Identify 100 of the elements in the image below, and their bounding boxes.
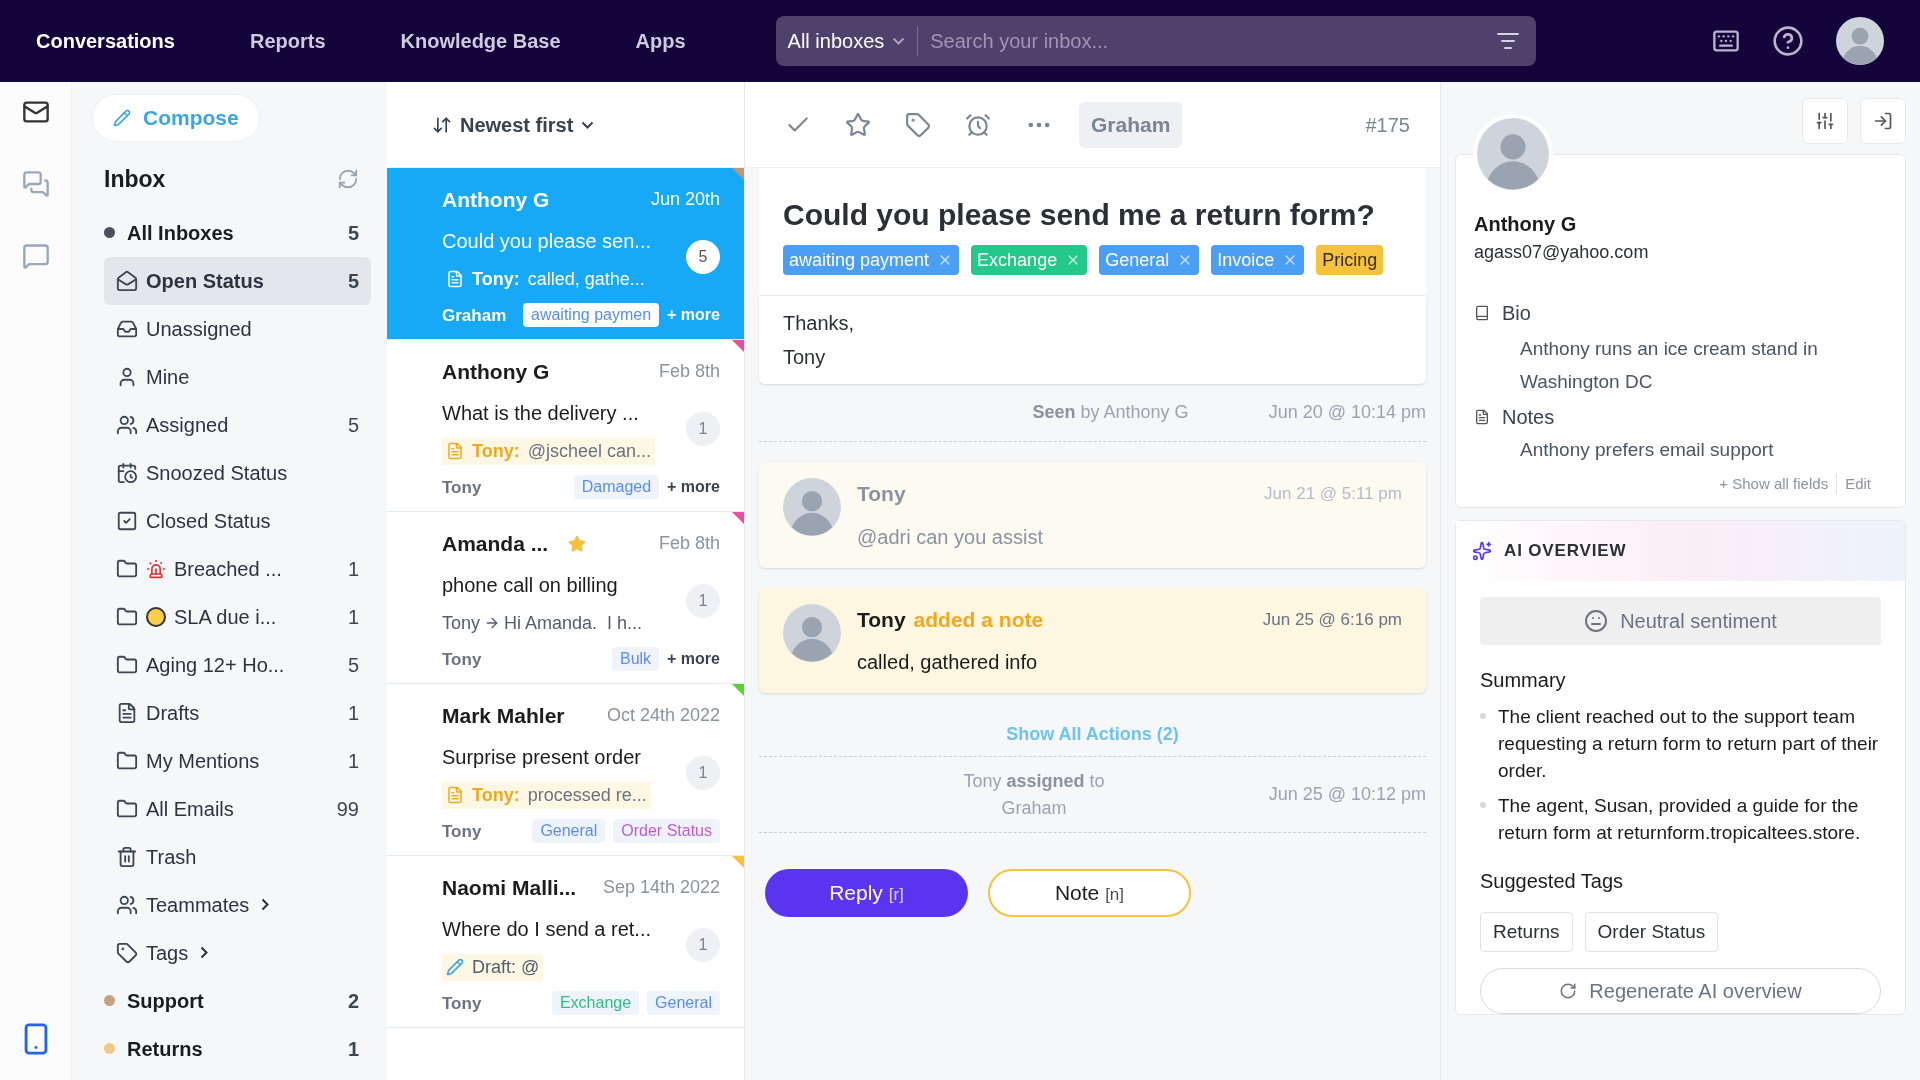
conversation-date: Feb 8th (658, 360, 720, 384)
field-label: Bio (1502, 301, 1531, 326)
note-button[interactable]: Note [n] (988, 869, 1191, 917)
sign-in-icon[interactable] (1860, 98, 1906, 144)
sidebar-item[interactable]: Trash (104, 832, 371, 881)
assignee-name: Tony (442, 820, 482, 843)
sender-name: Anthony G (442, 187, 550, 213)
refresh-icon[interactable] (337, 168, 359, 191)
ai-overview-title: AI OVERVIEW (1504, 540, 1627, 563)
sidebar-item-label: Returns (127, 1036, 203, 1062)
inbox-scope-dropdown[interactable]: All inboxes (775, 26, 919, 56)
folder-icon (116, 605, 138, 628)
conversation-item[interactable]: Anthony G Jun 20th Could you please sen... Tony: called, gathe... 5 Graham awaiting paymen + more (387, 168, 744, 340)
conversation-item[interactable]: Amanda ... Feb 8th phone call on billing Tony Hi Amanda. I h... 1 Tony Bulk + more (387, 512, 744, 684)
sidebar-item-label: All Inboxes (127, 220, 234, 246)
reply-button[interactable]: Reply [r] (765, 869, 968, 917)
sidebar-item[interactable]: Unassigned (104, 304, 371, 353)
note-preview: Tony: @jscheel can... (442, 437, 655, 465)
field-label: Notes (1502, 405, 1555, 430)
folder-icon (116, 797, 138, 820)
suggested-tag[interactable]: Order Status (1584, 912, 1719, 952)
nav-tab[interactable]: Apps (635, 26, 686, 56)
sort-dropdown[interactable]: Newest first (432, 109, 595, 140)
seen-status: Seen by Anthony G (1032, 401, 1189, 424)
sidebar-item-label: Teammates (146, 892, 250, 918)
search-field[interactable]: Search your inbox... (918, 26, 1496, 56)
calendar-clock-icon (116, 461, 138, 484)
message-text: Thanks, (783, 311, 856, 336)
sidebar-item[interactable]: Closed Status (104, 496, 371, 545)
draft-preview: Draft: @ (442, 953, 544, 981)
conversation-tag[interactable]: Pricing (1316, 245, 1384, 275)
sender-name: Naomi Malli... (442, 875, 577, 901)
folder-icon (116, 749, 138, 772)
alarm-clock-icon[interactable] (965, 111, 991, 138)
star-icon[interactable] (845, 111, 871, 138)
sidebar-item-label: Trash (146, 844, 197, 870)
sidebar-item[interactable]: Breached ... 1 (104, 544, 371, 593)
sidebar-item[interactable]: Snoozed Status (104, 448, 371, 497)
sidebar-item-label: Closed Status (146, 508, 271, 534)
sidebar-item[interactable]: My Mentions 1 (104, 736, 371, 785)
event-time: Jun 21 @ 5:11 pm (1264, 483, 1402, 505)
sidebar-item[interactable]: Assigned 5 (104, 400, 371, 449)
sidebar-item[interactable]: Tags (104, 928, 371, 977)
document-icon (116, 701, 138, 724)
more-tags-link[interactable]: + more (667, 475, 720, 500)
user-avatar (1836, 17, 1884, 65)
tag-icon[interactable] (905, 111, 931, 138)
item-count: 5 (347, 412, 359, 438)
refresh-icon (1559, 982, 1578, 1000)
contact-name: Anthony G (1474, 212, 1578, 237)
sidebar-item[interactable]: Returns 1 (92, 1024, 371, 1073)
nav-tab[interactable]: Reports (249, 26, 326, 56)
sidebar-item-label: My Mentions (146, 748, 260, 774)
message-count: 1 (686, 583, 720, 618)
sidebar-item[interactable]: Open Status 5 (104, 256, 371, 305)
sidebar-item[interactable]: All Emails 99 (104, 784, 371, 833)
sidebar-item-label: Open Status (146, 268, 264, 294)
conversation-subject: Surprise present order (442, 744, 642, 770)
conversation-subject: phone call on billing (442, 572, 619, 598)
sidebar-item-label: Tags (146, 940, 189, 966)
note-icon (446, 270, 464, 288)
sidebar-item[interactable]: SLA due i... 1 (104, 592, 371, 641)
assignee-name: Tony (442, 476, 482, 499)
message-text: Tony (783, 345, 827, 370)
author-name: Tony (857, 606, 906, 633)
sender-name: Anthony G (442, 359, 550, 385)
conversation-item[interactable]: Naomi Malli... Sep 14th 2022 Where do I send a ret... Draft: @ 1 Tony Exchange General (387, 856, 744, 1028)
sender-name: Amanda ... (442, 531, 549, 557)
sidebar-item[interactable]: All Inboxes 5 (92, 208, 371, 257)
sidebar-item[interactable]: Teammates (104, 880, 371, 929)
author-name: Tony (857, 481, 906, 507)
sidebar-item[interactable]: Support 2 (92, 976, 371, 1025)
conversation-item[interactable]: Mark Mahler Oct 24th 2022 Surprise present order Tony: processed re... 1 Tony General Order Status (387, 684, 744, 856)
sidebar-item-label: All Emails (146, 796, 234, 822)
tag-label: General (532, 819, 606, 844)
sidebar-item[interactable]: Aging 12+ Ho... 5 (104, 640, 371, 689)
folder-icon (116, 653, 138, 676)
sliders-icon[interactable] (1802, 98, 1848, 144)
item-count: 1 (347, 556, 359, 582)
pencil-icon (446, 958, 464, 976)
conversation-date: Feb 8th (658, 532, 720, 556)
nav-tab[interactable]: Knowledge Base (400, 26, 561, 56)
item-count: 5 (347, 268, 359, 294)
sidebar-item[interactable]: Drafts 1 (104, 688, 371, 737)
more-tags-link[interactable]: + more (667, 647, 720, 672)
conversation-date: Oct 24th 2022 (606, 704, 720, 728)
siren-icon (146, 558, 166, 579)
folder-icon (116, 557, 138, 580)
sidebar-item-label: Mine (146, 364, 190, 390)
conversation-item[interactable]: Anthony G Feb 8th What is the delivery ... Tony: @jscheel can... 1 Tony Damaged + more (387, 340, 744, 512)
sidebar-item[interactable]: Mine (104, 352, 371, 401)
suggested-tag[interactable]: Returns (1480, 912, 1573, 952)
suggested-tags-title: Suggested Tags (1480, 869, 1625, 894)
sentiment-indicator: Neutral sentiment (1480, 597, 1881, 645)
help-icon[interactable] (1772, 25, 1804, 57)
sidebar-item-label: Aging 12+ Ho... (146, 652, 285, 678)
conversation-subject: Could you please sen... (442, 228, 653, 254)
search-bar[interactable]: All inboxes Search your inbox... (775, 16, 1536, 66)
nav-tab[interactable]: Conversations (36, 26, 175, 56)
chat-bubbles-icon[interactable] (21, 170, 50, 198)
